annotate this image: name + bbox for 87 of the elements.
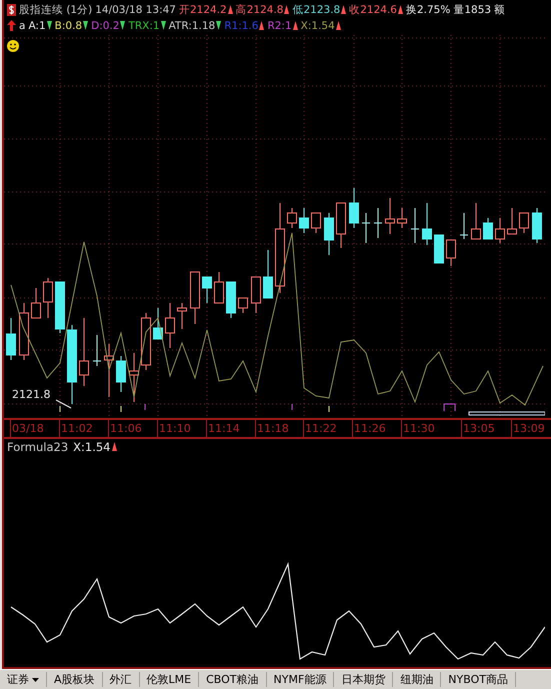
candlestick [460,212,468,240]
indicator-value: B:0.8 [54,20,82,32]
market-tab[interactable]: A股板块 [47,672,103,687]
candlestick [104,343,114,398]
market-tab[interactable]: NYBOT商品 [441,672,516,687]
candlestick [238,297,248,314]
candlestick [55,281,65,334]
candlestick [92,334,102,366]
volume-text: 量1853 [453,2,492,16]
time-label: 11:14 [206,420,255,437]
candlestick [116,355,126,392]
market-tab[interactable]: 证券 [0,672,47,687]
indicator-prefix: a [19,20,26,32]
candlestick [483,217,493,240]
time-label: 11:22 [303,420,352,437]
market-tab[interactable]: 外汇 [102,672,140,687]
indicator-value: A:1 [28,20,46,32]
price-label: 2121.8 [12,388,50,401]
formula-name: Formula23 [7,440,68,454]
market-tab[interactable]: 日本期货 [334,672,394,687]
time-label: 11:30 [401,420,461,437]
candlestick [507,207,517,234]
time-label: 11:02 [59,420,108,437]
indicator-value: ATR:1.18 [168,20,216,32]
candlestick [519,212,529,234]
up-arrow-icon [7,20,16,31]
candlestick [6,317,16,360]
quote-value: 高2124.8 [236,2,284,16]
indicator-value: X:1.54 [300,20,335,32]
candlestick [214,271,224,304]
market-tab[interactable]: CBOT粮油 [199,672,267,687]
time-label: 11:18 [255,420,303,437]
candlestick [129,352,139,402]
smiley-icon [7,40,19,52]
candlestick [336,202,346,248]
market-tab[interactable]: 纽期油 [393,672,442,687]
candlestick [43,277,53,318]
indicator-value: R1:1.6 [224,20,258,32]
amount-label: 额 [494,2,506,16]
candlestick [311,212,321,234]
quote-value: 低2123.8 [292,2,340,16]
candlestick [471,202,481,240]
candlestick [422,202,432,246]
indicator-value: R2:1 [267,20,292,32]
candlestick [177,302,187,330]
turnover-text: 换2.75% [406,2,450,16]
indicator-value: TRX:1 [128,20,160,32]
formula-value: X:1.54 [73,440,110,454]
candlestick [397,207,407,228]
candlestick [31,287,41,318]
candlestick [385,197,395,234]
time-label: 11:26 [352,420,401,437]
market-tab[interactable]: NYMF能源 [266,672,334,687]
time-label: 03/18 [10,420,59,437]
candlestick [141,312,151,370]
market-tab[interactable]: 伦敦LME [140,672,200,687]
candlestick [349,187,359,228]
candlestick [434,234,444,264]
candlestick [251,276,261,314]
datetime-text: 14/03/18 13:47 [95,4,176,16]
candlestick [446,239,456,266]
time-label: 11:10 [157,420,206,437]
time-label: 13:09 [511,420,551,437]
candlestick [495,217,505,244]
candlestick [165,302,175,348]
candlestick [287,207,297,228]
candlestick [19,302,29,360]
candlestick [153,307,163,340]
quote-value: 开2124.2 [178,2,227,16]
candlestick [263,249,273,298]
leader-line [56,399,72,408]
quote-value: 收2124.6 [349,2,397,16]
indicator-value: D:0.2 [91,20,120,32]
candlestick [226,281,236,318]
candlestick [374,207,382,238]
candlestick [532,207,542,244]
candlestick [324,212,334,256]
candlestick [202,276,212,304]
time-label: 11:06 [108,420,157,437]
candlestick [299,207,309,234]
candlestick [79,317,89,386]
candlestick [362,212,370,244]
candlestick [190,271,200,324]
symbol-title: 股指连续 (1分) [19,2,92,16]
candlestick [410,207,420,244]
time-label: 13:05 [461,420,511,437]
dollar-icon [7,4,16,16]
